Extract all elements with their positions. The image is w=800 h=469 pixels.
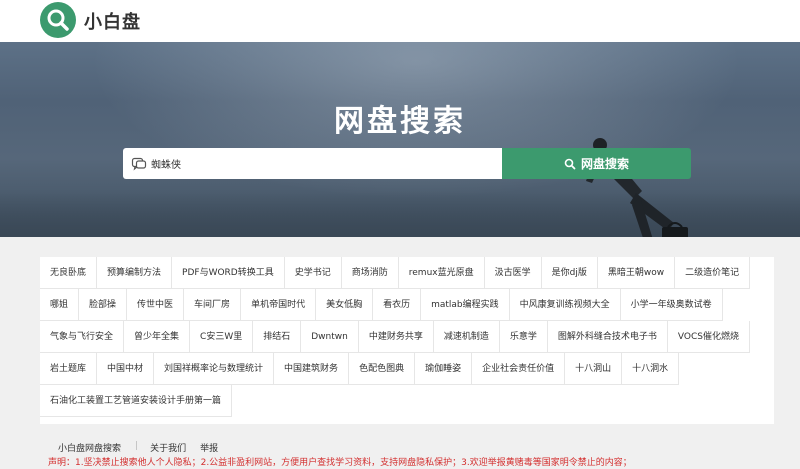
tag-link[interactable]: 是你dj版 bbox=[541, 257, 598, 289]
tag-link[interactable]: 预算编制方法 bbox=[97, 257, 173, 289]
tag-link[interactable]: 车间厂房 bbox=[184, 289, 242, 321]
tag-link[interactable]: 石油化工装置工艺管道安装设计手册第一篇 bbox=[40, 385, 233, 417]
footer-divider: | bbox=[135, 441, 139, 451]
chat-bubble-icon bbox=[131, 157, 147, 171]
tag-link[interactable]: 排结石 bbox=[253, 321, 302, 353]
tag-link[interactable]: matlab编程实践 bbox=[421, 289, 510, 321]
tag-link[interactable]: 中建财务共享 bbox=[358, 321, 434, 353]
search-button[interactable]: 网盘搜索 bbox=[502, 148, 691, 179]
footer-about-link[interactable]: 关于我们 bbox=[150, 441, 200, 454]
tag-link[interactable]: 十八洞山 bbox=[565, 353, 623, 385]
footer-report-link[interactable]: 举报 bbox=[200, 441, 232, 454]
hot-tags-list: 无良卧底 预算编制方法 PDF与WORD转换工具 史学书记 商场消防 remux蓝光原盘汲… bbox=[40, 257, 774, 417]
tag-link[interactable]: 单机帝国时代 bbox=[241, 289, 317, 321]
logo-text[interactable]: 小白盘 bbox=[84, 8, 141, 34]
hero-title: 网盘搜索 bbox=[334, 104, 466, 139]
tag-link[interactable]: VOCS催化燃烧 bbox=[667, 321, 750, 353]
tag-link[interactable]: C安三W里 bbox=[190, 321, 254, 353]
jumping-businessman-image bbox=[586, 138, 688, 237]
footer-site-name[interactable]: 小白盘网盘搜索 bbox=[58, 441, 135, 454]
tag-link[interactable]: 中国中材 bbox=[97, 353, 155, 385]
tag-link[interactable]: 曾少年全集 bbox=[124, 321, 191, 353]
tag-link[interactable]: 汲古医学 bbox=[484, 257, 542, 289]
tag-link[interactable]: 企业社会责任价值 bbox=[472, 353, 566, 385]
tag-link[interactable]: 传世中医 bbox=[127, 289, 185, 321]
tag-link[interactable]: 看衣历 bbox=[373, 289, 422, 321]
hot-tags-panel: 无良卧底 预算编制方法 PDF与WORD转换工具 史学书记 商场消防 remux蓝光原盘汲… bbox=[40, 257, 774, 424]
tag-link[interactable]: 史学书记 bbox=[284, 257, 342, 289]
tag-link[interactable]: 岩土题库 bbox=[40, 353, 98, 385]
tag-link[interactable]: 脸部操 bbox=[79, 289, 128, 321]
search-button-label: 网盘搜索 bbox=[580, 157, 629, 171]
tag-link[interactable]: Dwntwn bbox=[301, 321, 359, 353]
logo-search-icon[interactable] bbox=[40, 2, 76, 38]
tag-link[interactable]: 十八洞水 bbox=[622, 353, 680, 385]
search-icon bbox=[564, 158, 576, 169]
tag-link[interactable]: 黑暗王朝wow bbox=[597, 257, 676, 289]
tag-link[interactable]: 小学一年级奥数试卷 bbox=[620, 289, 723, 321]
top-bar: 小白盘 bbox=[0, 0, 800, 42]
tag-link[interactable]: 减速机制造 bbox=[433, 321, 500, 353]
tag-link[interactable]: 无良卧底 bbox=[40, 257, 98, 289]
tag-link[interactable]: 气象与飞行安全 bbox=[40, 321, 125, 353]
tag-link[interactable]: 乐意学 bbox=[499, 321, 548, 353]
tag-link[interactable]: 瑜伽睡姿 bbox=[415, 353, 473, 385]
tag-link[interactable]: remux蓝光原盘 bbox=[398, 257, 485, 289]
hero-banner: 网盘搜索 蜘蛛侠 网盘搜索 bbox=[0, 42, 800, 237]
tag-link[interactable]: 哪姐 bbox=[40, 289, 80, 321]
footer-links: 小白盘网盘搜索 | 关于我们 举报 bbox=[58, 441, 232, 454]
footer-disclaimer: 声明：1.坚决禁止搜索他人个人隐私；2.公益非盈利网站，方便用户查找学习资料，支… bbox=[48, 458, 632, 468]
tag-link[interactable]: 中风康复训练视频大全 bbox=[509, 289, 621, 321]
tag-link[interactable]: PDF与WORD转换工具 bbox=[172, 257, 285, 289]
tag-link[interactable]: 美女低胸 bbox=[316, 289, 374, 321]
tag-link[interactable]: 图解外科缝合技术电子书 bbox=[547, 321, 668, 353]
tag-link[interactable]: 刘国祥概率论与数理统计 bbox=[154, 353, 275, 385]
search-input-value[interactable]: 蜘蛛侠 bbox=[151, 156, 181, 171]
tag-link[interactable]: 商场消防 bbox=[341, 257, 399, 289]
search-input[interactable]: 蜘蛛侠 bbox=[123, 148, 502, 179]
tag-link[interactable]: 中国建筑财务 bbox=[274, 353, 350, 385]
tag-link[interactable]: 色配色图典 bbox=[349, 353, 416, 385]
tag-link[interactable]: 二级造价笔记 bbox=[675, 257, 751, 289]
